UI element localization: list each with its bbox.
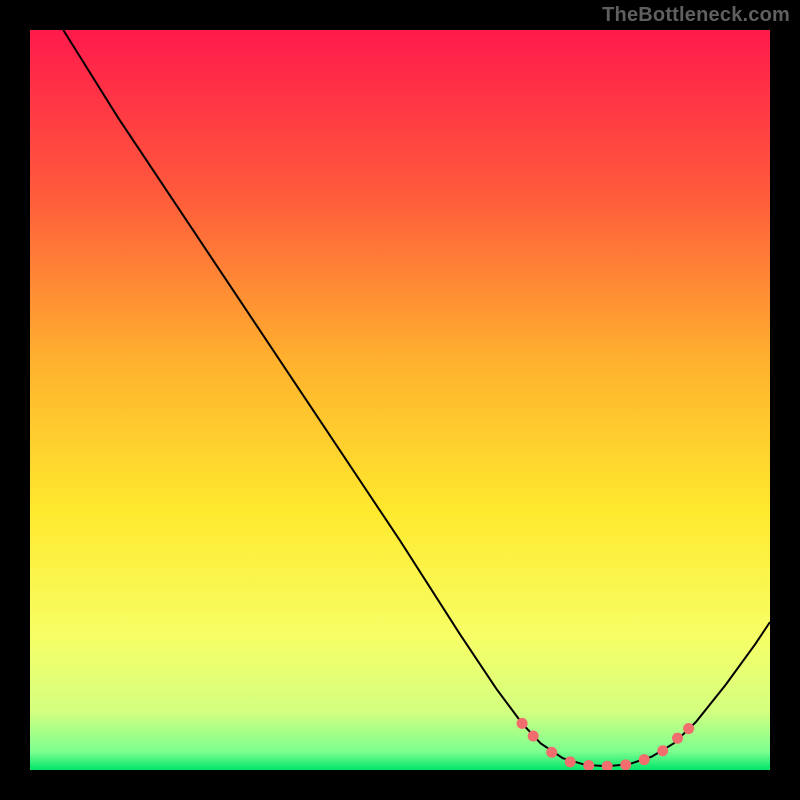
curve-marker xyxy=(657,745,668,756)
watermark-text: TheBottleneck.com xyxy=(602,4,790,27)
curve-marker xyxy=(620,759,631,770)
gradient-background xyxy=(30,30,770,770)
chart-svg xyxy=(30,30,770,770)
plot-area xyxy=(30,30,770,770)
chart-frame: TheBottleneck.com xyxy=(0,0,800,800)
curve-marker xyxy=(565,756,576,767)
curve-marker xyxy=(639,754,650,765)
curve-marker xyxy=(683,723,694,734)
curve-marker xyxy=(528,730,539,741)
curve-marker xyxy=(546,747,557,758)
curve-marker xyxy=(672,733,683,744)
curve-marker xyxy=(517,718,528,729)
